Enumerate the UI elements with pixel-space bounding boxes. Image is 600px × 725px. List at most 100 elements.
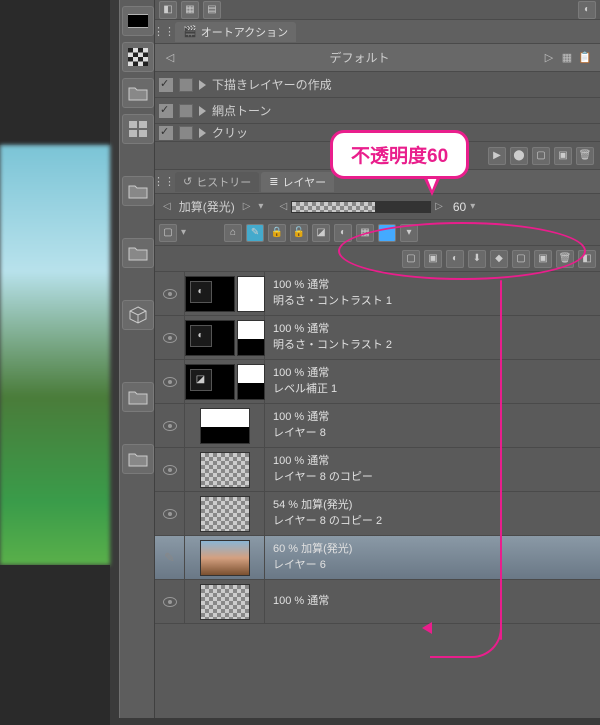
blend-mode-dropdown[interactable]: 加算(発光) <box>179 198 235 215</box>
mini-icon-1[interactable]: ◧ <box>159 1 177 19</box>
layer-row[interactable]: ◪100 % 通常レベル補正 1 <box>155 360 600 404</box>
chev-down-icon[interactable]: ▾ <box>258 201 263 212</box>
check-icon[interactable] <box>159 104 173 118</box>
new2-icon[interactable]: ▣ <box>554 147 572 165</box>
mask2-icon[interactable]: ▣ <box>534 250 552 268</box>
new-icon[interactable]: ▢ <box>532 147 550 165</box>
clip-icon[interactable]: ◪ <box>312 224 330 242</box>
visibility-toggle[interactable] <box>155 580 185 623</box>
layer-row[interactable]: ◐100 % 通常明るさ・コントラスト 2 <box>155 316 600 360</box>
layer-row[interactable]: 100 % 通常レイヤー 8 <box>155 404 600 448</box>
opacity-slider[interactable] <box>291 201 431 213</box>
layer-label: 60 % 加算(発光)レイヤー 6 <box>265 542 352 573</box>
extra-icon[interactable]: ◧ <box>578 250 596 268</box>
transfer-icon[interactable]: ⬇ <box>468 250 486 268</box>
side-tool-grid[interactable] <box>122 114 154 144</box>
new-folder-icon[interactable]: ▣ <box>424 250 442 268</box>
grip-icon[interactable]: ⋮⋮ <box>155 173 173 191</box>
action-item-2[interactable]: 網点トーン <box>155 98 600 124</box>
action-item-1[interactable]: 下描きレイヤーの作成 <box>155 72 600 98</box>
color-swatch[interactable] <box>378 224 396 242</box>
layer-thumbnail-wrap: ◐ <box>185 272 265 315</box>
trash-layer-icon[interactable]: 🗑 <box>556 250 574 268</box>
next-icon[interactable]: ▷ <box>540 49 558 67</box>
trash-icon[interactable]: 🗑 <box>576 147 594 165</box>
new-layer-icon[interactable]: ▢ <box>402 250 420 268</box>
callout-text: 不透明度60 <box>351 146 448 167</box>
opacity-left-icon[interactable]: ◁ <box>279 201 287 212</box>
tab-layers[interactable]: ≣ レイヤー <box>261 172 334 192</box>
layer-thumbnail: ◐ <box>185 320 235 356</box>
clipboard-icon[interactable]: 📋 <box>576 49 594 67</box>
action-label: 下描きレイヤーの作成 <box>212 76 332 93</box>
pencil-icon[interactable]: ✎ <box>246 224 264 242</box>
layer-thumbnail-wrap <box>185 536 265 579</box>
layer-thumbnail: ◐ <box>185 276 235 312</box>
layer-row[interactable]: 54 % 加算(発光)レイヤー 8 のコピー 2 <box>155 492 600 536</box>
mask-thumbnail <box>237 364 265 400</box>
merge-icon[interactable]: ◆ <box>490 250 508 268</box>
color-icon[interactable]: ▦ <box>356 224 374 242</box>
side-tool-checker[interactable] <box>122 42 154 72</box>
chev-left-icon[interactable]: ◁ <box>163 201 171 212</box>
visibility-toggle[interactable] <box>155 360 185 403</box>
layer-thumbnail-wrap <box>185 448 265 491</box>
grip-icon[interactable]: ⋮⋮ <box>155 23 173 41</box>
side-tool-folder-5[interactable] <box>122 444 154 474</box>
adj-layer-icon[interactable]: ◐ <box>446 250 464 268</box>
play-icon[interactable]: ▶ <box>488 147 506 165</box>
ref-icon[interactable]: ◐ <box>334 224 352 242</box>
lock-icon-1[interactable]: ▢ <box>159 224 177 242</box>
expand-icon[interactable] <box>199 106 206 116</box>
layer-label: 54 % 加算(発光)レイヤー 8 のコピー 2 <box>265 498 382 529</box>
expand-icon[interactable] <box>199 128 206 138</box>
box-icon <box>179 104 193 118</box>
chev-right-icon[interactable]: ▷ <box>243 201 251 212</box>
visibility-toggle[interactable] <box>155 448 185 491</box>
layer-thumbnail: ◪ <box>185 364 235 400</box>
layers-list: ◐100 % 通常明るさ・コントラスト 1◐100 % 通常明るさ・コントラスト… <box>155 272 600 660</box>
layer-row[interactable]: 100 % 通常 <box>155 580 600 624</box>
layer-row[interactable]: ◐100 % 通常明るさ・コントラスト 1 <box>155 272 600 316</box>
side-tool-folder-4[interactable] <box>122 382 154 412</box>
more-icon[interactable]: ▾ <box>400 224 418 242</box>
dropdown-label[interactable]: デフォルト <box>179 49 540 66</box>
action-label: 網点トーン <box>212 102 271 119</box>
check-icon[interactable] <box>159 78 173 92</box>
visibility-toggle[interactable] <box>155 492 185 535</box>
tab-label: オートアクション <box>201 24 288 40</box>
menu-icon[interactable]: ▦ <box>558 49 576 67</box>
layer-thumbnail-wrap: ◪ <box>185 360 265 403</box>
mini-icon-3[interactable]: ▤ <box>203 1 221 19</box>
side-tool-folder-2[interactable] <box>122 176 154 206</box>
layer-row[interactable]: 100 % 通常レイヤー 8 のコピー <box>155 448 600 492</box>
visibility-toggle[interactable] <box>155 316 185 359</box>
visibility-toggle[interactable]: ✎ <box>155 536 185 579</box>
expand-icon[interactable] <box>199 80 206 90</box>
auto-action-tabs: ⋮⋮ 🎬 オートアクション <box>155 20 600 44</box>
record-icon[interactable]: ⬤ <box>510 147 528 165</box>
mini-icon-4[interactable]: ◐ <box>578 1 596 19</box>
mask-icon[interactable]: ▢ <box>512 250 530 268</box>
ufo-icon[interactable]: ⌂ <box>224 224 242 242</box>
layer-thumbnail <box>200 496 250 532</box>
visibility-toggle[interactable] <box>155 272 185 315</box>
layer-thumbnail <box>200 584 250 620</box>
opacity-value[interactable]: 60 <box>453 200 466 214</box>
side-tool-cube[interactable] <box>122 300 154 330</box>
tab-label: レイヤー <box>282 174 326 190</box>
tab-auto-action[interactable]: 🎬 オートアクション <box>175 22 296 42</box>
check-icon[interactable] <box>159 126 173 140</box>
visibility-toggle[interactable] <box>155 404 185 447</box>
lock-icon[interactable]: 🔓 <box>290 224 308 242</box>
side-tool-1[interactable] <box>122 6 154 36</box>
tab-history[interactable]: ↺ ヒストリー <box>175 172 259 192</box>
opacity-right-icon[interactable]: ▷ <box>435 201 443 212</box>
side-tool-folder-3[interactable] <box>122 238 154 268</box>
layer-row[interactable]: ✎ 60 % 加算(発光)レイヤー 6 <box>155 536 600 580</box>
lock-transparent-icon[interactable]: 🔒 <box>268 224 286 242</box>
chev-down-icon[interactable]: ▾ <box>470 201 475 212</box>
prev-icon[interactable]: ◁ <box>161 49 179 67</box>
side-tool-folder-1[interactable] <box>122 78 154 108</box>
mini-icon-2[interactable]: ▦ <box>181 1 199 19</box>
